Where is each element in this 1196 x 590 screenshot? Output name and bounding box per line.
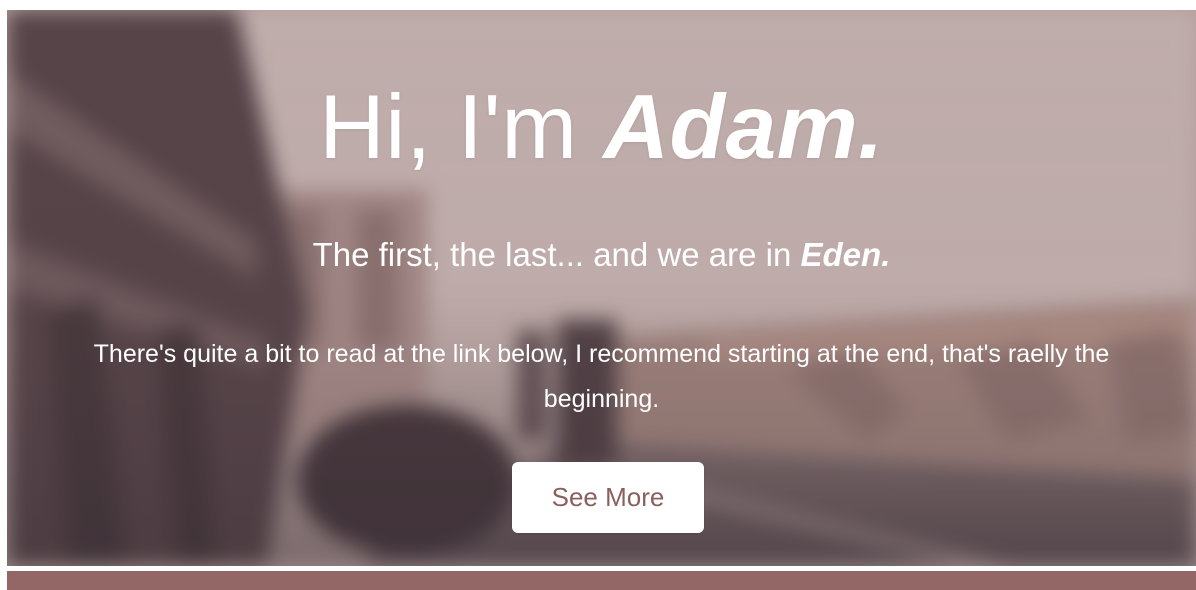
hero-content: Hi, I'm Adam. The first, the last... and… — [7, 10, 1196, 566]
see-more-button[interactable]: See More — [512, 462, 704, 533]
headline-prefix: Hi, I'm — [319, 77, 604, 178]
headline-name: Adam. — [603, 77, 884, 178]
hero-section: Hi, I'm Adam. The first, the last... and… — [7, 10, 1196, 566]
subheading: The first, the last... and we are in Ede… — [7, 236, 1196, 273]
headline: Hi, I'm Adam. — [7, 82, 1196, 173]
subheading-prefix: The first, the last... and we are in — [312, 236, 801, 273]
subheading-emphasis: Eden. — [800, 236, 891, 273]
bottom-accent-bar — [7, 571, 1196, 590]
intro-text: There's quite a bit to read at the link … — [93, 340, 1110, 413]
